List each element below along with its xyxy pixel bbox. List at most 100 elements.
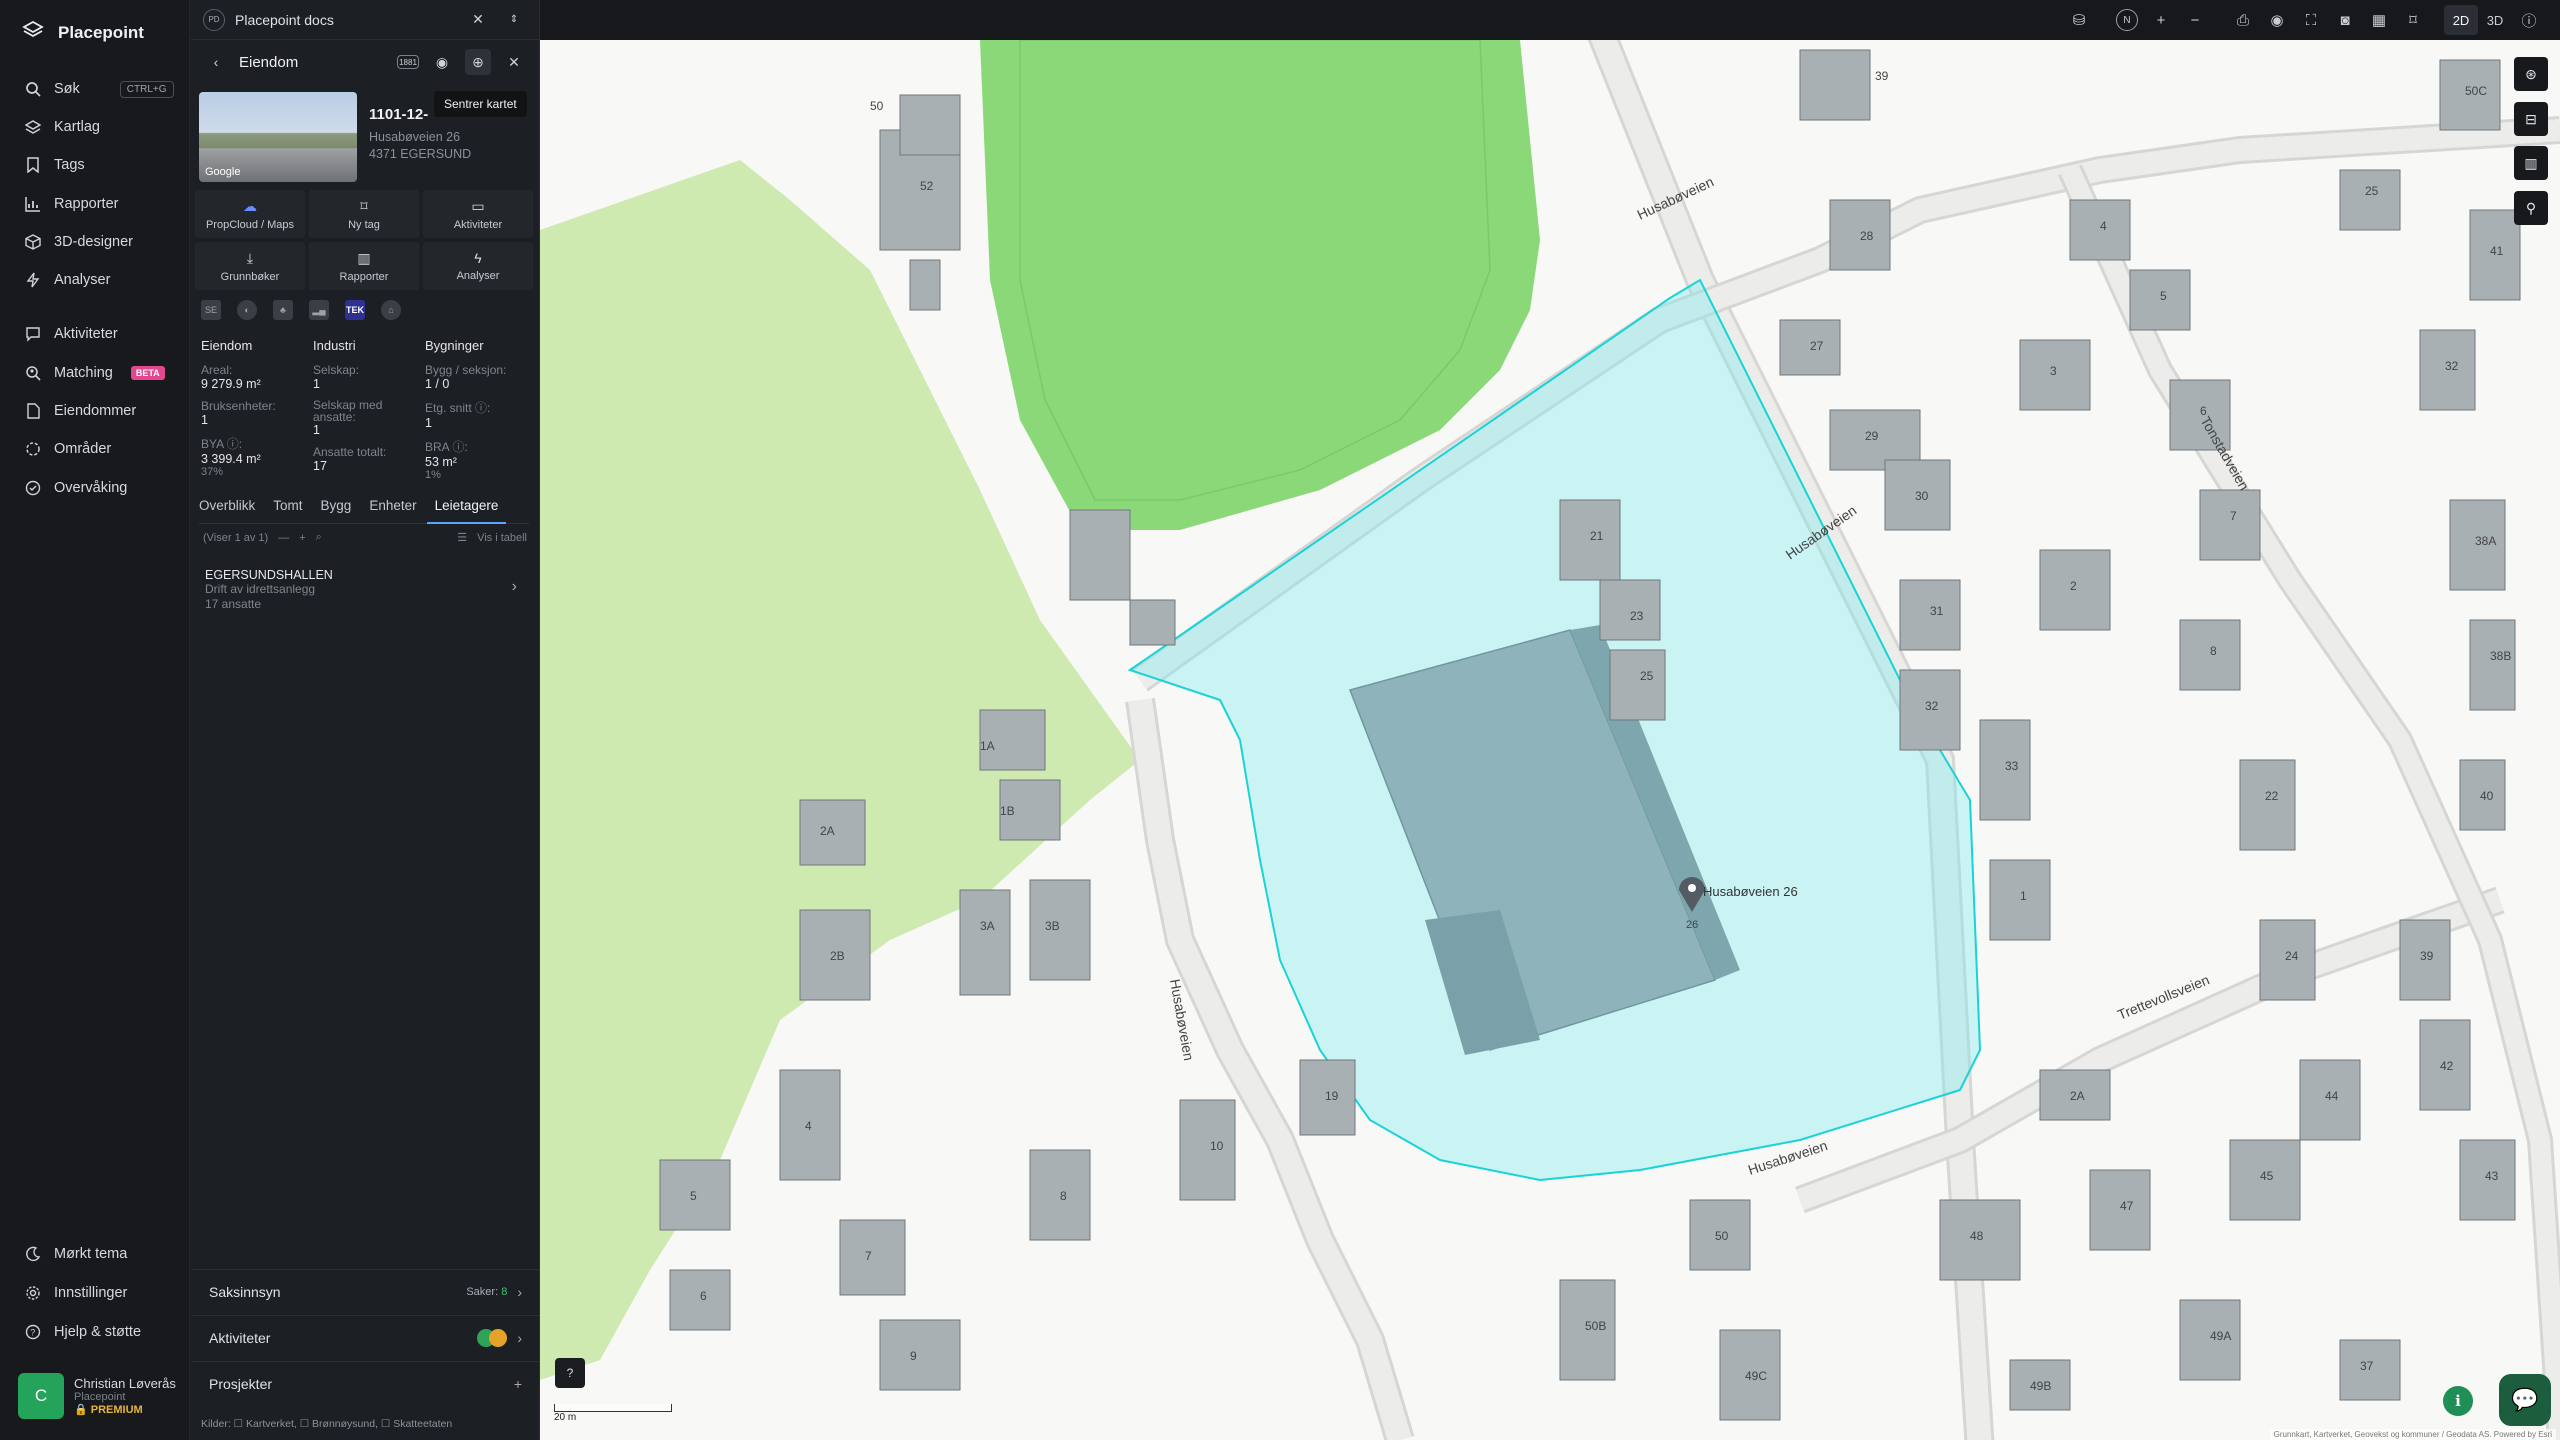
center-map-icon[interactable]: ⊕ [465,49,491,75]
plus-icon[interactable]: + [514,1376,522,1392]
se-source-icon[interactable]: SE [201,300,221,320]
map-tool-button[interactable]: ⚲ [2514,191,2548,225]
new-tag-button[interactable]: ⌑ Ny tag [309,190,419,238]
section-aktiviteter[interactable]: Aktiviteter › [191,1315,540,1359]
minus-icon[interactable]: — [278,532,289,544]
house-number: 8 [2210,644,2217,658]
bars-source-icon[interactable]: ▂▄ [309,300,329,320]
tab-bygg[interactable]: Bygg [321,498,352,523]
nav-item-matching[interactable]: Matching BETA [24,361,165,385]
user-profile[interactable]: C Christian Løverås Placepoint 🔒 PREMIUM [18,1373,176,1419]
section-saksinnsyn[interactable]: Saksinnsyn Saker: 8 › [191,1269,540,1313]
map-tool-button[interactable]: ▥ [2514,146,2548,180]
nav-item-aktiviteter[interactable]: Aktiviteter [24,322,118,346]
house-number: 32 [2445,359,2459,373]
help-button[interactable]: ? [555,1358,585,1388]
house-number: 50B [1585,1319,1606,1333]
tek-source-icon[interactable]: TEK [345,300,365,320]
table-view-link[interactable]: Vis i tabell [477,532,527,544]
zoom-out-icon[interactable]: − [2178,5,2212,35]
info-icon[interactable]: ⓘ [2512,5,2546,35]
house-number: 6 [700,1289,707,1303]
close-icon[interactable]: ✕ [465,7,491,33]
property-address: Husabøveien 26 [369,130,461,144]
nav-item-kartlag[interactable]: Kartlag [24,115,100,139]
nav-item-rapporter[interactable]: Rapporter [24,192,118,216]
house-number: 1 [2020,889,2027,903]
stats-bygninger: Bygninger Bygg / seksjon: 1 / 0 Etg. sni… [425,338,531,481]
nav-item-settings[interactable]: Innstillinger [24,1281,127,1305]
docs-title[interactable]: Placepoint docs [235,12,455,28]
nav-item-omrader[interactable]: Områder [24,437,111,461]
chat-support-button[interactable]: 💬 [2499,1374,2551,1426]
nav-item-3d-designer[interactable]: 3D-designer [24,230,133,254]
grunnboker-button[interactable]: ⤓ Grunnbøker [195,242,305,290]
tab-leietagere[interactable]: Leietagere [426,498,507,524]
nav-item-eiendommer[interactable]: Eiendommer [24,399,136,423]
tenant-row[interactable]: EGERSUNDSHALLEN Drift av idrettsanlegg 1… [205,568,525,612]
docs-badge: PD [203,8,225,31]
zoom-in-icon[interactable]: + [2144,5,2178,35]
property-postal: 4371 EGERSUND [369,147,472,161]
bolt-icon: ϟ [474,250,482,266]
cases-value: 8 [501,1285,508,1298]
nav-item-tags[interactable]: Tags [24,153,85,177]
nav-item-analyser[interactable]: Analyser [24,268,110,292]
nav-label: Søk [54,81,80,97]
house-number: 21 [1590,529,1604,543]
search-icon[interactable]: ⌕ [316,531,322,544]
search-person-icon [24,364,42,382]
nav-item-overvaking[interactable]: Overvåking [24,476,127,500]
street-view-image[interactable]: Google [199,92,357,182]
activities-button[interactable]: ▭ Aktiviteter [423,190,533,238]
north-compass[interactable]: N [2110,5,2144,35]
tree-source-icon[interactable]: ♣ [273,300,293,320]
house-number: 32 [1925,699,1939,713]
nav-item-help[interactable]: ? Hjelp & støtte [24,1320,141,1344]
house-number: 38A [2475,534,2496,548]
chat-icon: ▭ [471,197,485,214]
eye-icon[interactable]: ◉ [429,49,455,75]
section-prosjekter[interactable]: Prosjekter + [191,1361,540,1405]
analyses-button[interactable]: ϟ Analyser [423,242,533,290]
stat-label: Bygg / seksjon: [425,363,507,377]
nav-item-search[interactable]: Søk CTRL+G [24,77,174,101]
globe-source-icon[interactable]: ◐ [237,300,257,320]
eye-icon[interactable]: ◉ [2260,5,2294,35]
table-icon: ☰ [457,532,468,544]
map-canvas[interactable]: Husabøveien Husabøveien Husabøveien Husabøv… [540,40,2560,1440]
id-card-icon[interactable]: 1881 [397,55,419,69]
close-panel-icon[interactable]: ✕ [501,49,527,75]
info-button[interactable]: i [2443,1386,2473,1416]
nav-item-dark-theme[interactable]: Mørkt tema [24,1242,127,1266]
extra-source-icon[interactable]: ⌂ [381,300,401,320]
house-number: 5 [690,1189,697,1203]
grid-icon[interactable]: ▦ [2362,5,2396,35]
tab-tomt[interactable]: Tomt [273,498,302,523]
brand[interactable]: Placepoint [22,20,144,45]
main-nav: Placepoint Søk CTRL+G Kartlag Tags Rappo… [0,0,190,1440]
print-icon[interactable]: ⎙ [2226,5,2260,35]
house-number: 5 [2160,289,2167,303]
tab-overblikk[interactable]: Overblikk [199,498,255,523]
layer-stack-icon[interactable]: ⛁ [2062,5,2096,35]
tab-enheter[interactable]: Enheter [369,498,416,523]
camera-icon[interactable]: ◙ [2328,5,2362,35]
bookmark-icon[interactable]: ⌑ [2396,5,2430,35]
map-tool-button[interactable]: ⊛ [2514,57,2548,91]
map-tool-button[interactable]: ⊟ [2514,102,2548,136]
back-arrow-icon[interactable]: ‹ [203,49,229,75]
mode-2d-button[interactable]: 2D [2444,5,2478,35]
beta-badge: BETA [130,366,165,380]
mode-3d-button[interactable]: 3D [2478,5,2512,35]
reports-button[interactable]: ▥ Rapporter [309,242,419,290]
propcloud-button[interactable]: ☁ PropCloud / Maps [195,190,305,238]
chevron-right-icon: › [517,1329,522,1346]
fullscreen-icon[interactable]: ⛶ [2294,5,2328,35]
chevron-updown-icon[interactable]: ⇕ [501,7,527,33]
plus-icon[interactable]: + [299,532,305,544]
property-card[interactable]: Google 1101-12- Husabøveien 26 4371 EGER… [199,92,529,182]
house-number: 27 [1810,339,1824,353]
house-number: 33 [2005,759,2019,773]
action-label: PropCloud / Maps [205,218,295,231]
